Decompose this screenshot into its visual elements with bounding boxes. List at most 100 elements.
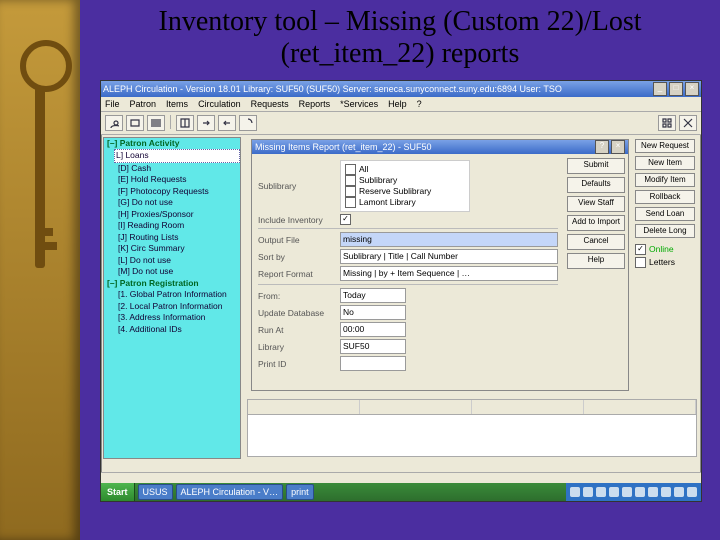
results-list[interactable] (247, 399, 697, 457)
tray-icon[interactable] (609, 487, 619, 497)
send-loan-button[interactable]: Send Loan (635, 207, 695, 221)
menu-[interactable]: ? (417, 99, 422, 109)
decorative-key-strip (0, 0, 80, 540)
arrow-left-icon[interactable] (218, 115, 236, 131)
from-field[interactable]: Today (340, 288, 406, 303)
book-icon[interactable] (176, 115, 194, 131)
app-titlebar: ALEPH Circulation - Version 18.01 Librar… (101, 81, 701, 97)
tree-item[interactable]: [D] Cash (104, 163, 240, 174)
update-field[interactable]: No (340, 305, 406, 320)
id-icon[interactable] (126, 115, 144, 131)
menu-requests[interactable]: Requests (251, 99, 289, 109)
tree-section-patron-activity[interactable]: [–] Patron Activity (104, 138, 240, 149)
tree-item[interactable]: [J] Routing Lists (104, 232, 240, 243)
sortby-field[interactable]: Sublibrary | Title | Call Number (340, 249, 558, 264)
tray-icon[interactable] (648, 487, 658, 497)
tree-item[interactable]: [2. Local Patron Information (104, 301, 240, 312)
runat-field[interactable]: 00:00 (340, 322, 406, 337)
taskbar-task[interactable]: ALEPH Circulation - V… (176, 484, 284, 500)
sublibrary-checkbox[interactable] (345, 175, 356, 186)
windows-taskbar: Start USUSALEPH Circulation - V…print (101, 483, 701, 501)
tree-item[interactable]: [H] Proxies/Sponsor (104, 209, 240, 220)
tray-icon[interactable] (674, 487, 684, 497)
tray-icon[interactable] (622, 487, 632, 497)
tree-item[interactable]: L] Loans (114, 149, 240, 162)
cancel-button[interactable]: Cancel (567, 234, 625, 250)
tree-item[interactable]: [1. Global Patron Information (104, 289, 240, 300)
column-header[interactable] (472, 400, 584, 414)
sublibrary-checkbox[interactable] (345, 197, 356, 208)
navigation-tree[interactable]: [–] Patron Activity L] Loans[D] Cash[E] … (103, 137, 241, 459)
sublibrary-option-label: All (359, 164, 368, 175)
menu-circulation[interactable]: Circulation (198, 99, 241, 109)
menu-items[interactable]: Items (166, 99, 188, 109)
defaults-button[interactable]: Defaults (567, 177, 625, 193)
tree-item[interactable]: [M] Do not use (104, 266, 240, 277)
barcode-icon[interactable] (147, 115, 165, 131)
format-field[interactable]: Missing | by + Item Sequence | … (340, 266, 558, 281)
tray-icon[interactable] (596, 487, 606, 497)
tree-item[interactable]: [K] Circ Summary (104, 243, 240, 254)
tray-icon[interactable] (687, 487, 697, 497)
start-button[interactable]: Start (101, 483, 135, 501)
side-checkbox[interactable] (635, 244, 646, 255)
menu-patron[interactable]: Patron (130, 99, 157, 109)
submit-button[interactable]: Submit (567, 158, 625, 174)
printid-field[interactable] (340, 356, 406, 371)
maximize-button[interactable]: □ (669, 82, 683, 96)
close-x-icon[interactable] (679, 115, 697, 131)
tree-section-patron-registration[interactable]: [–] Patron Registration (104, 278, 240, 289)
tree-item[interactable]: [I] Reading Room (104, 220, 240, 231)
sublibrary-options[interactable]: AllSublibraryReserve SublibraryLamont Li… (340, 160, 470, 212)
dialog-title-text: Missing Items Report (ret_item_22) - SUF… (255, 142, 432, 152)
modify-item-button[interactable]: Modify Item (635, 173, 695, 187)
menu-reports[interactable]: Reports (299, 99, 331, 109)
tree-item[interactable]: [G] Do not use (104, 197, 240, 208)
tree-item[interactable]: [L] Do not use (104, 255, 240, 266)
help-button[interactable]: Help (567, 253, 625, 269)
tray-icon[interactable] (570, 487, 580, 497)
taskbar-task[interactable]: print (286, 484, 314, 500)
menu-file[interactable]: File (105, 99, 120, 109)
user-icon[interactable] (105, 115, 123, 131)
view-staff-button[interactable]: View Staff (567, 196, 625, 212)
tree-item[interactable]: [3. Address Information (104, 312, 240, 323)
include-inventory-checkbox[interactable] (340, 214, 351, 225)
help-icon[interactable] (239, 115, 257, 131)
column-header[interactable] (248, 400, 360, 414)
label-output: Output File (258, 235, 336, 245)
dialog-close-button[interactable]: × (611, 140, 625, 154)
delete-long-button[interactable]: Delete Long (635, 224, 695, 238)
minimize-button[interactable]: _ (653, 82, 667, 96)
tree-item[interactable]: [F] Photocopy Requests (104, 186, 240, 197)
side-checkbox[interactable] (635, 257, 646, 268)
add-to-import-button[interactable]: Add to Import (567, 215, 625, 231)
tree-item[interactable]: [4. Additional IDs (104, 324, 240, 335)
output-file-field[interactable]: missing (340, 232, 558, 247)
column-header[interactable] (360, 400, 472, 414)
system-tray[interactable] (566, 483, 701, 501)
library-field[interactable]: SUF50 (340, 339, 406, 354)
side-check-label: Letters (649, 257, 675, 268)
sublibrary-option-label: Sublibrary (359, 175, 397, 186)
taskbar-task[interactable]: USUS (138, 484, 173, 500)
menu-services[interactable]: *Services (340, 99, 378, 109)
close-button[interactable]: × (685, 82, 699, 96)
side-check-label: Online (649, 244, 674, 255)
dialog-help-button[interactable]: ? (595, 140, 609, 154)
app-window: ALEPH Circulation - Version 18.01 Librar… (100, 80, 702, 502)
new-item-button[interactable]: New Item (635, 156, 695, 170)
column-header[interactable] (584, 400, 696, 414)
tray-icon[interactable] (583, 487, 593, 497)
new-request-button[interactable]: New Request (635, 139, 695, 153)
tile-icon[interactable] (658, 115, 676, 131)
tree-item[interactable]: [E] Hold Requests (104, 174, 240, 185)
tray-icon[interactable] (635, 487, 645, 497)
sublibrary-checkbox[interactable] (345, 186, 356, 197)
label-sublibrary: Sublibrary (258, 181, 336, 191)
menu-help[interactable]: Help (388, 99, 407, 109)
rollback-button[interactable]: Rollback (635, 190, 695, 204)
tray-icon[interactable] (661, 487, 671, 497)
arrow-right-icon[interactable] (197, 115, 215, 131)
sublibrary-checkbox[interactable] (345, 164, 356, 175)
